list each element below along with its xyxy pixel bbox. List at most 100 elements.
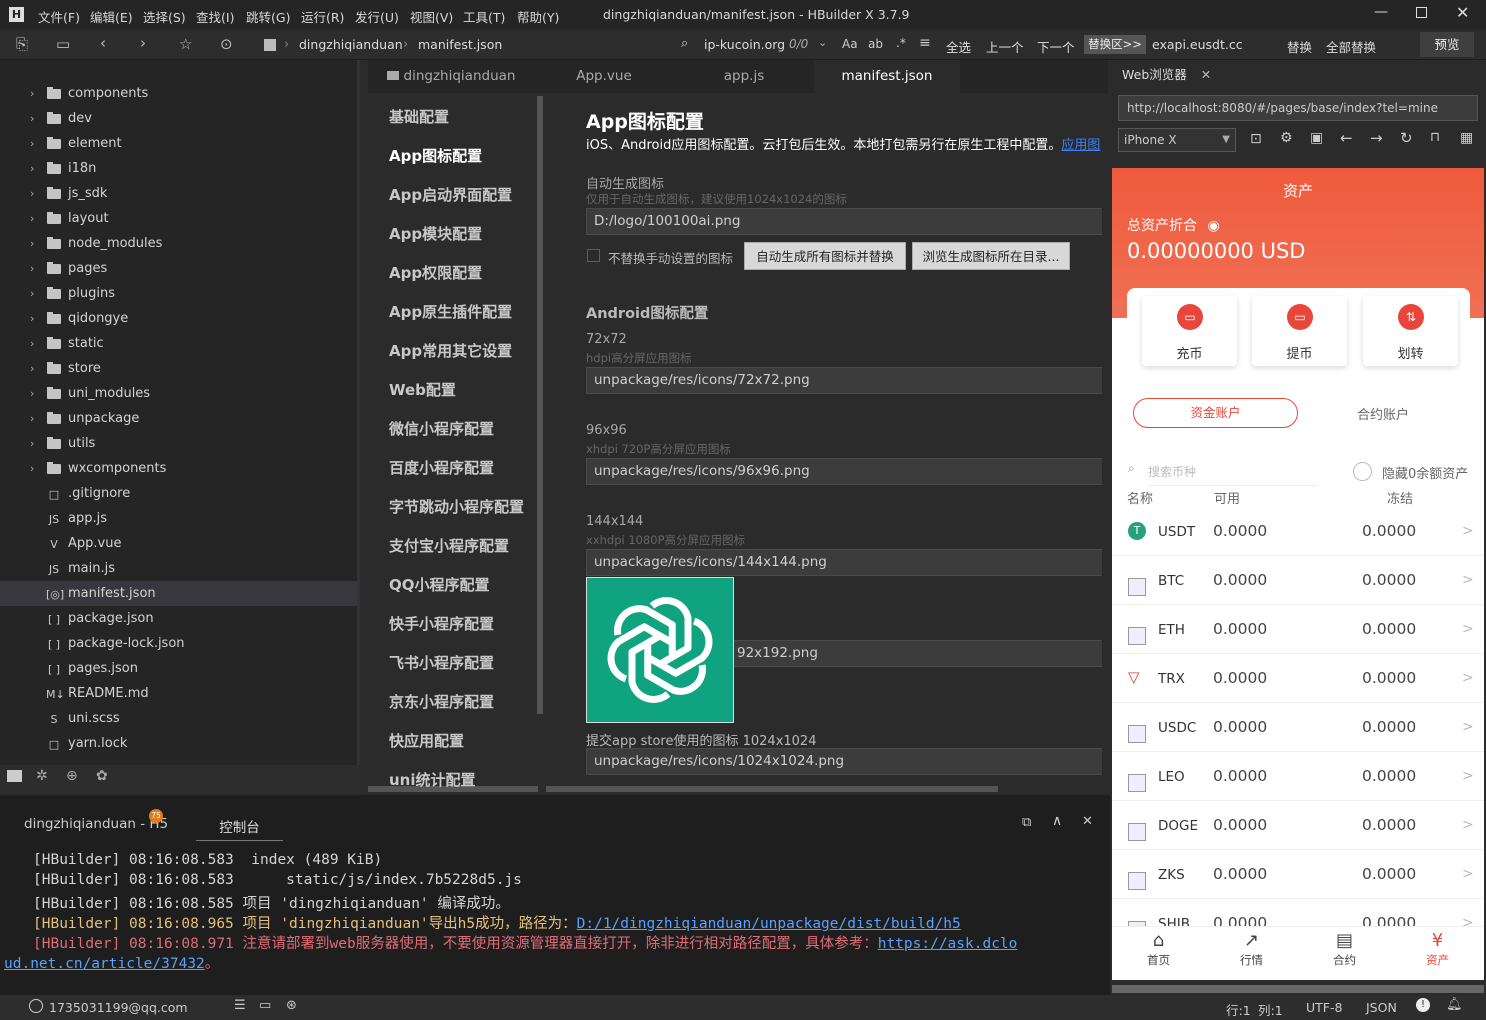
config-nav-item[interactable]: App启动界面配置 [389, 184, 512, 205]
eye-icon[interactable]: ◉ [1207, 218, 1219, 234]
tree-item[interactable]: › plugins [0, 281, 357, 306]
chevron-right-icon[interactable]: › [30, 81, 34, 106]
clear-console-icon[interactable]: ✕ [1082, 814, 1093, 829]
menu-tools[interactable]: 工具(T) [463, 7, 505, 26]
docs-url-link[interactable]: https://ask.dclo [878, 936, 1018, 952]
chevron-right-icon[interactable]: › [30, 356, 34, 381]
palette-icon[interactable]: ✿ [96, 768, 108, 784]
chevron-down-icon[interactable]: ⌄ [818, 36, 827, 49]
action-button[interactable]: ⇅ 划转 [1363, 296, 1458, 366]
tree-item[interactable]: M↓ README.md [0, 681, 357, 706]
qr-icon[interactable]: ▦ [1460, 130, 1473, 146]
match-case-icon[interactable]: Aa [842, 37, 858, 51]
bottom-nav-item[interactable]: ▤ 合约 [1298, 930, 1391, 976]
generate-icons-button[interactable]: 自动生成所有图标并替换 [744, 242, 906, 270]
config-nav-item[interactable]: uni统计配置 [389, 769, 476, 790]
tree-item[interactable]: V App.vue [0, 531, 357, 556]
tree-item[interactable]: [◎] manifest.json [0, 581, 357, 606]
tree-item[interactable]: [ ] package.json [0, 606, 357, 631]
user-avatar-icon[interactable] [29, 999, 43, 1013]
coin-row[interactable]: BTC 0.0000 0.0000 > [1112, 556, 1484, 605]
docs-link[interactable]: 应用图 [1061, 138, 1100, 153]
tree-item[interactable]: › store [0, 356, 357, 381]
star-icon[interactable]: ☆ [179, 35, 192, 53]
console-tab-project[interactable]: dingzhiqianduan - H5 [24, 816, 168, 832]
refresh-icon[interactable]: ↻ [1400, 129, 1413, 147]
config-nav-item[interactable]: 京东小程序配置 [389, 691, 494, 712]
close-tab-icon[interactable]: ✕ [1201, 67, 1211, 82]
config-nav-item[interactable]: 基础配置 [389, 106, 449, 127]
chevron-right-icon[interactable]: › [30, 206, 34, 231]
globe-icon[interactable]: ⊛ [286, 998, 297, 1013]
coin-row[interactable]: ETH 0.0000 0.0000 > [1112, 605, 1484, 654]
coin-search-input[interactable]: 搜索币种 [1148, 463, 1318, 486]
breadcrumb-project[interactable]: dingzhiqianduan [299, 37, 403, 52]
cursor-line[interactable]: 行:1 [1226, 1000, 1251, 1019]
chevron-right-icon[interactable]: › [30, 381, 34, 406]
bottom-nav-item[interactable]: ↗ 行情 [1205, 930, 1298, 976]
tree-item[interactable]: › pages [0, 256, 357, 281]
tree-item[interactable]: [ ] pages.json [0, 656, 357, 681]
phone-hscrollbar[interactable] [1112, 985, 1484, 993]
chevron-right-icon[interactable]: › [30, 156, 34, 181]
chevron-right-icon[interactable]: › [30, 331, 34, 356]
menu-find[interactable]: 查找(I) [196, 7, 234, 26]
icon-path-96-input[interactable]: unpackage/res/icons/96x96.png [586, 458, 1102, 485]
fund-account-tab[interactable]: 资金账户 [1133, 398, 1298, 428]
coin-row[interactable]: DOGE 0.0000 0.0000 > [1112, 801, 1484, 850]
minimize-icon[interactable]: — [1374, 4, 1388, 20]
menu-view[interactable]: 视图(V) [410, 7, 453, 26]
list-icon[interactable]: ☰ [234, 998, 246, 1013]
chevron-right-icon[interactable]: › [30, 181, 34, 206]
auto-icon-path-input[interactable]: D:/logo/100100ai.png [586, 208, 1102, 235]
tree-item[interactable]: › qidongye [0, 306, 357, 331]
content-hscrollbar[interactable] [546, 786, 998, 792]
next-match-button[interactable]: 下一个 [1037, 37, 1075, 56]
url-input[interactable]: http://localhost:8080/#/pages/base/index… [1118, 95, 1478, 121]
maximize-icon[interactable] [1416, 7, 1427, 18]
language-mode[interactable]: JSON [1366, 1000, 1397, 1015]
action-button[interactable]: ▭ 提币 [1252, 296, 1347, 366]
replace-button[interactable]: 替换 [1287, 37, 1312, 56]
tree-item[interactable]: › js_sdk [0, 181, 357, 206]
tree-item[interactable]: □ .gitignore [0, 481, 357, 506]
contract-account-tab[interactable]: 合约账户 [1357, 404, 1409, 423]
settings-icon[interactable]: ⚙ [1280, 130, 1293, 146]
forward-icon[interactable]: › [140, 34, 146, 52]
tree-item[interactable]: › i18n [0, 156, 357, 181]
config-nav-item[interactable]: 百度小程序配置 [389, 457, 494, 478]
coin-row[interactable]: ▽ TRX 0.0000 0.0000 > [1112, 654, 1484, 703]
folder-tree-icon[interactable] [7, 770, 22, 782]
config-nav-item[interactable]: 飞书小程序配置 [389, 652, 494, 673]
bottom-nav-item[interactable]: ⌂ 首页 [1112, 930, 1205, 976]
breadcrumb-file[interactable]: manifest.json [418, 37, 502, 52]
config-nav-item[interactable]: 支付宝小程序配置 [389, 535, 509, 556]
config-nav-item[interactable]: App图标配置 [389, 145, 482, 166]
menu-goto[interactable]: 跳转(G) [246, 7, 290, 26]
config-nav-item[interactable]: 快手小程序配置 [389, 613, 494, 634]
tree-item[interactable]: › element [0, 131, 357, 156]
encoding[interactable]: UTF-8 [1306, 1000, 1342, 1015]
device-select[interactable]: iPhone X ▼ [1118, 128, 1236, 152]
tree-item[interactable]: › components [0, 81, 357, 106]
bottom-nav-item[interactable]: ¥ 资产 [1391, 930, 1484, 976]
config-nav-item[interactable]: App原生插件配置 [389, 301, 512, 322]
regex-icon[interactable]: .* [896, 36, 906, 50]
whole-word-icon[interactable]: ab [868, 37, 883, 51]
tree-item[interactable]: Suni.scss [0, 706, 357, 731]
tree-item[interactable]: › static [0, 331, 357, 356]
tree-item[interactable]: JS main.js [0, 556, 357, 581]
chevron-right-icon[interactable]: › [30, 406, 34, 431]
terminal-icon[interactable]: ▭ [259, 998, 271, 1013]
save-icon[interactable]: ▭ [56, 35, 70, 53]
menu-select[interactable]: 选择(S) [143, 7, 186, 26]
menu-edit[interactable]: 编辑(E) [90, 7, 133, 26]
appstore-icon-path-input[interactable]: unpackage/res/icons/1024x1024.png [586, 748, 1102, 775]
preview-button[interactable]: 预览 [1420, 32, 1474, 57]
coin-row[interactable]: LEO 0.0000 0.0000 > [1112, 752, 1484, 801]
tree-item[interactable]: [ ] package-lock.json [0, 631, 357, 656]
tree-item[interactable]: JS app.js [0, 506, 357, 531]
chevron-right-icon[interactable]: › [30, 431, 34, 456]
tree-item[interactable]: › unpackage [0, 406, 357, 431]
config-nav-item[interactable]: App模块配置 [389, 223, 482, 244]
